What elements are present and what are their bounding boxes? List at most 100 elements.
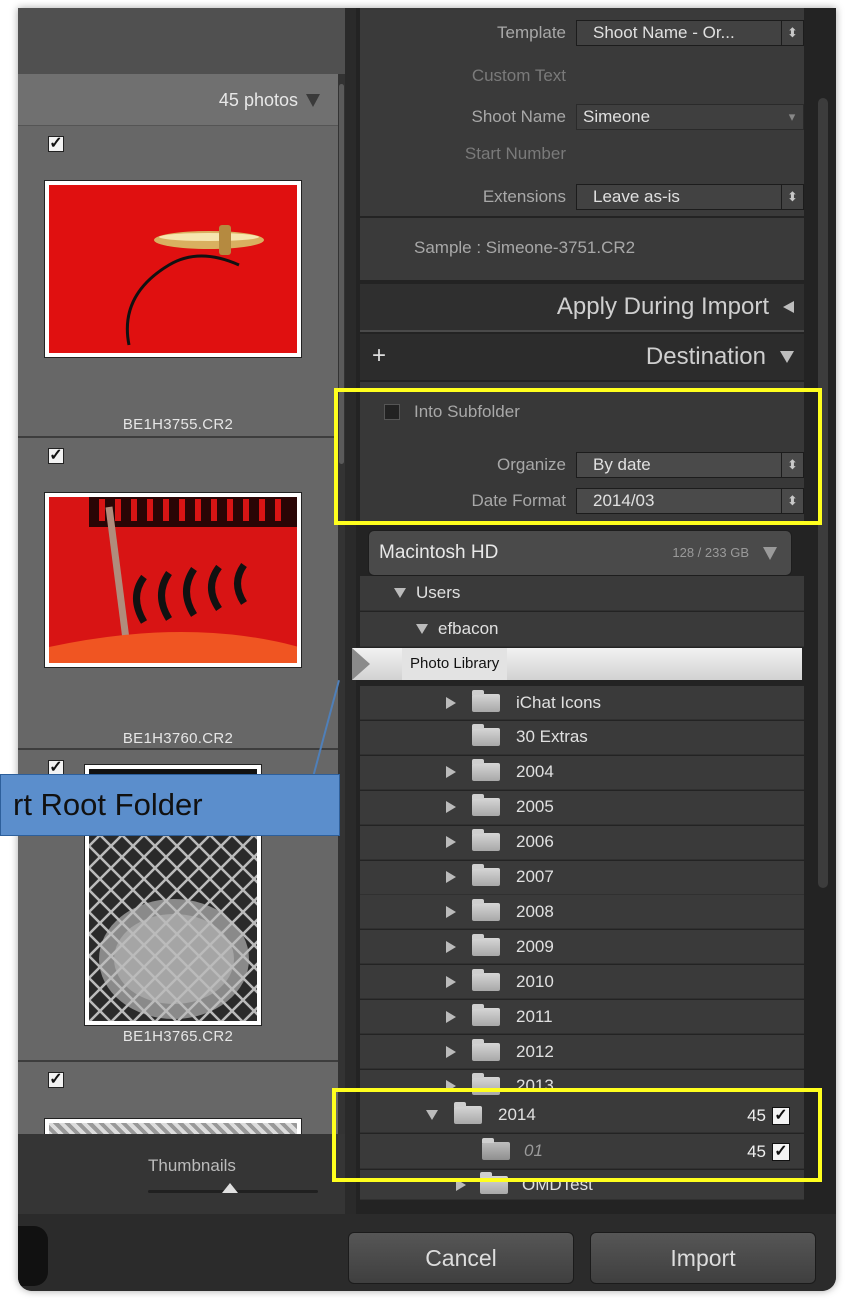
extensions-value: Leave as-is [593, 187, 680, 206]
sample-row: Sample : Simeone-3751.CR2 [360, 218, 804, 280]
tree-item-folder[interactable]: 2009 [360, 930, 804, 965]
grid-scrollbar[interactable] [338, 74, 345, 1144]
destination-title: Destination [645, 343, 766, 370]
tree-item-users[interactable]: Users [360, 576, 804, 611]
include-checkbox[interactable]: ✓ [48, 448, 64, 464]
disclosure-open-icon[interactable] [394, 588, 406, 598]
disclosure-open-icon[interactable] [416, 624, 428, 634]
volume-name: Macintosh HD [379, 542, 499, 563]
grid-top-strip [18, 8, 345, 74]
tree-label: iChat Icons [516, 692, 602, 712]
disclosure-closed-icon[interactable] [446, 975, 456, 988]
extensions-row: Extensions Leave as-is ⬍ [396, 184, 804, 210]
disclosure-closed-icon[interactable] [446, 766, 456, 779]
car-door-handle-image [125, 225, 264, 346]
custom-text-label: Custom Text [471, 66, 566, 85]
folder-icon [472, 933, 500, 956]
tree-item-folder[interactable]: 30 Extras [360, 720, 804, 755]
tree-label: efbacon [438, 619, 499, 638]
disclosure-closed-icon[interactable] [446, 1010, 456, 1023]
add-folder-icon[interactable]: + [372, 342, 386, 370]
template-value: Shoot Name - Or... [593, 23, 735, 42]
tree-item-folder[interactable]: 2004 [360, 755, 804, 790]
extensions-select[interactable]: Leave as-is ⬍ [576, 184, 804, 210]
custom-text-row: Custom Text [396, 66, 804, 86]
chevron-down-icon[interactable] [306, 94, 320, 107]
tree-item-user[interactable]: efbacon [360, 612, 804, 647]
folder-icon [472, 689, 500, 712]
photo-count-label: 45 photos [218, 90, 298, 110]
tree-item-photo-library[interactable]: Photo Library [352, 648, 802, 680]
file-renaming-section: Template Shoot Name - Or... ⬍ Custom Text… [360, 8, 804, 216]
folder-icon [472, 724, 500, 747]
disclosure-closed-icon[interactable] [446, 905, 456, 918]
grid-cell[interactable]: ✓ BE1H3755.CR2 [18, 126, 338, 439]
shoot-name-value: Simeone [583, 107, 651, 126]
disclosure-closed-icon[interactable] [446, 871, 456, 883]
tree-item-folder[interactable]: 2010 [360, 965, 804, 1000]
thumbnail-image[interactable] [44, 492, 302, 668]
folder-icon [472, 864, 500, 886]
thumbnail-image[interactable] [44, 180, 302, 358]
tree-item-folder[interactable]: 2007 [360, 860, 804, 895]
collapsed-triangle-icon [783, 301, 794, 313]
include-checkbox[interactable]: ✓ [48, 1072, 64, 1088]
tree-label: 2012 [516, 1041, 554, 1061]
tree-item-folder[interactable]: 2008 [360, 895, 804, 930]
chevron-down-icon[interactable] [763, 547, 777, 560]
slider-knob-icon[interactable] [221, 1183, 238, 1193]
stepper-icon: ⬍ [781, 185, 803, 209]
filename: BE1H3760.CR2 [122, 730, 234, 747]
tree-label: Users [416, 583, 461, 602]
folder-icon [472, 829, 500, 852]
corner-shape [18, 1226, 48, 1286]
disclosure-closed-icon[interactable] [446, 801, 456, 814]
tree-item-folder[interactable]: 2005 [360, 790, 804, 825]
thumbnail-size-slider[interactable] [148, 1183, 318, 1193]
photo-library-label: Photo Library [402, 648, 508, 680]
divider [360, 330, 804, 332]
tree-label: 2009 [516, 936, 554, 956]
highlight-box-folders [332, 1088, 822, 1182]
tree-label: 2004 [516, 762, 554, 782]
folder-icon [472, 759, 500, 782]
template-select[interactable]: Shoot Name - Or... ⬍ [576, 20, 804, 46]
folder-icon [472, 1038, 500, 1061]
tree-item-folder[interactable]: iChat Icons [360, 686, 804, 720]
disclosure-closed-icon[interactable] [446, 1045, 456, 1058]
tree-label: 2005 [516, 797, 554, 817]
volume-header[interactable]: Macintosh HD 128 / 233 GB [368, 530, 792, 576]
expanded-triangle-icon [780, 351, 794, 363]
filename: BE1H3765.CR2 [122, 1028, 234, 1045]
apply-during-import-title: Apply During Import [556, 293, 769, 320]
shoot-name-label: Shoot Name [471, 107, 567, 126]
disclosure-closed-icon[interactable] [446, 836, 456, 849]
tree-item-folder[interactable]: 2012 [360, 1035, 804, 1069]
include-checkbox[interactable]: ✓ [48, 136, 64, 152]
grid-cell[interactable]: ✓ [18, 1062, 338, 1137]
cancel-button[interactable]: Cancel [348, 1232, 574, 1284]
folder-icon [472, 898, 500, 921]
template-row: Template Shoot Name - Or... ⬍ [396, 20, 804, 46]
tree-label: 30 Extras [516, 727, 588, 747]
thumbnails-label: Thumbnails [148, 1156, 236, 1175]
sample-text: Sample : Simeone-3751.CR2 [414, 238, 636, 257]
tree-label: 2006 [516, 832, 554, 852]
disclosure-closed-icon[interactable] [446, 940, 456, 953]
car-vents-image [49, 497, 297, 663]
tree-item-folder[interactable]: 2011 [360, 1000, 804, 1035]
grid-cell[interactable]: ✓ [18, 438, 338, 751]
start-number-row: Start Number [396, 144, 804, 164]
disclosure-closed-icon[interactable] [446, 696, 456, 709]
shoot-name-input[interactable]: Simeone ▾ [576, 104, 804, 130]
destination-header[interactable]: + Destination [360, 334, 804, 380]
chevron-down-icon[interactable]: ▾ [781, 105, 803, 129]
tree-item-folder[interactable]: 2006 [360, 825, 804, 860]
import-button[interactable]: Import [590, 1232, 816, 1284]
grid-header: 45 photos [18, 74, 338, 126]
photo-count[interactable]: 45 photos [219, 90, 320, 111]
apply-during-import-header[interactable]: Apply During Import [360, 284, 804, 330]
tree-label: 2011 [516, 1006, 553, 1026]
volume-space: 128 / 233 GB [672, 545, 749, 560]
start-number-label: Start Number [464, 144, 566, 163]
